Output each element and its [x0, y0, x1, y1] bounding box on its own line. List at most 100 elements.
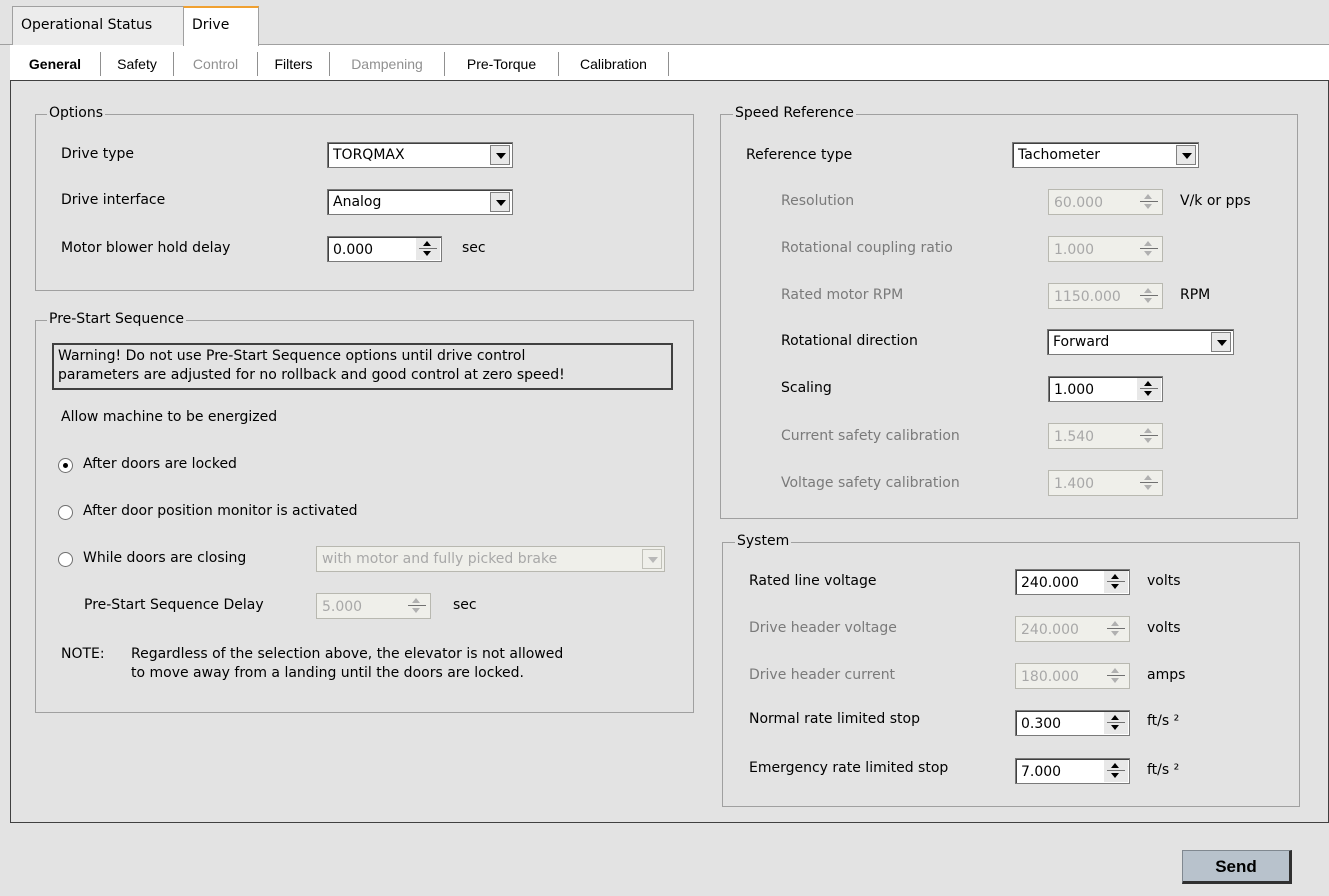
coupling-ratio-spinner[interactable]: 1.000 — [1048, 236, 1163, 262]
radio-after-doors-locked-label[interactable]: After doors are locked — [83, 456, 237, 472]
tab-operational-status[interactable]: Operational Status — [12, 6, 184, 45]
drive-type-select[interactable]: TORQMAX — [327, 142, 513, 168]
normal-stop-value: 0.300 — [1021, 716, 1062, 732]
subtab-filters[interactable]: Filters — [258, 52, 330, 76]
emergency-stop-value: 7.000 — [1021, 764, 1062, 780]
prestart-warning: Warning! Do not use Pre-Start Sequence o… — [52, 343, 673, 390]
drive-interface-value: Analog — [333, 194, 382, 210]
chevron-down-icon[interactable] — [490, 192, 510, 212]
header-voltage-value: 240.000 — [1021, 622, 1079, 638]
spin-arrows-icon[interactable] — [1104, 760, 1128, 782]
prestart-title: Pre-Start Sequence — [47, 311, 187, 327]
prestart-delay-spinner[interactable]: 5.000 — [316, 593, 431, 619]
subtab-calibration[interactable]: Calibration — [559, 52, 669, 76]
current-calibration-value: 1.540 — [1054, 429, 1095, 445]
warning-line-1: Warning! Do not use Pre-Start Sequence o… — [58, 348, 526, 364]
chevron-down-icon[interactable] — [1176, 145, 1196, 165]
subtab-control[interactable]: Control — [174, 52, 258, 76]
prestart-delay-value: 5.000 — [322, 599, 363, 615]
blower-delay-value: 0.000 — [333, 242, 374, 258]
subtab-bar: General Safety Control Filters Dampening… — [10, 45, 1329, 81]
spin-arrows-icon[interactable] — [1137, 425, 1161, 447]
spin-arrows-icon[interactable] — [1137, 238, 1161, 260]
spin-arrows-icon[interactable] — [1104, 665, 1128, 687]
rated-rpm-label: Rated motor RPM — [781, 287, 904, 303]
reference-type-value: Tachometer — [1018, 147, 1101, 163]
header-voltage-spinner[interactable]: 240.000 — [1015, 616, 1130, 642]
subtab-dampening[interactable]: Dampening — [330, 52, 445, 76]
reference-type-label: Reference type — [746, 147, 853, 163]
drive-interface-select[interactable]: Analog — [327, 189, 513, 215]
system-title: System — [735, 533, 792, 549]
voltage-calibration-spinner[interactable]: 1.400 — [1048, 470, 1163, 496]
note-prefix: NOTE: — [61, 646, 105, 662]
line-voltage-unit: volts — [1147, 573, 1181, 589]
current-calibration-label: Current safety calibration — [781, 428, 960, 444]
chevron-down-icon[interactable] — [1211, 332, 1231, 352]
note-line-1: Regardless of the selection above, the e… — [131, 646, 564, 662]
scaling-value: 1.000 — [1054, 382, 1095, 398]
rated-rpm-unit: RPM — [1180, 287, 1211, 303]
line-voltage-label: Rated line voltage — [749, 573, 877, 589]
rated-rpm-spinner[interactable]: 1150.000 — [1048, 283, 1163, 309]
header-current-spinner[interactable]: 180.000 — [1015, 663, 1130, 689]
blower-delay-label: Motor blower hold delay — [61, 240, 231, 256]
blower-delay-unit: sec — [462, 240, 486, 256]
rotational-direction-value: Forward — [1053, 334, 1110, 350]
radio-door-position-monitor[interactable] — [58, 505, 73, 520]
closing-mode-select[interactable]: with motor and fully picked brake — [316, 546, 665, 572]
resolution-label: Resolution — [781, 193, 855, 209]
current-calibration-spinner[interactable]: 1.540 — [1048, 423, 1163, 449]
header-current-label: Drive header current — [749, 667, 896, 683]
tab-drive[interactable]: Drive — [183, 6, 259, 46]
radio-while-doors-closing-label[interactable]: While doors are closing — [83, 550, 246, 566]
emergency-stop-unit: ft/s ² — [1147, 762, 1180, 778]
closing-mode-value: with motor and fully picked brake — [322, 551, 558, 567]
chevron-down-icon[interactable] — [490, 145, 510, 165]
blower-delay-spinner[interactable]: 0.000 — [327, 236, 442, 262]
spin-arrows-icon[interactable] — [1104, 618, 1128, 640]
options-title: Options — [47, 105, 106, 121]
spin-arrows-icon[interactable] — [416, 238, 440, 260]
normal-stop-spinner[interactable]: 0.300 — [1015, 710, 1130, 736]
speed-reference-group — [720, 114, 1298, 519]
reference-type-select[interactable]: Tachometer — [1012, 142, 1199, 168]
chevron-down-icon[interactable] — [642, 549, 662, 569]
subtab-general[interactable]: General — [10, 52, 101, 76]
scaling-spinner[interactable]: 1.000 — [1048, 376, 1163, 402]
radio-after-doors-locked[interactable] — [58, 458, 73, 473]
line-voltage-spinner[interactable]: 240.000 — [1015, 569, 1130, 595]
voltage-calibration-label: Voltage safety calibration — [781, 475, 960, 491]
coupling-ratio-value: 1.000 — [1054, 242, 1095, 258]
radio-while-doors-closing[interactable] — [58, 552, 73, 567]
coupling-ratio-label: Rotational coupling ratio — [781, 240, 953, 256]
resolution-spinner[interactable]: 60.000 — [1048, 189, 1163, 215]
spin-arrows-icon[interactable] — [1137, 472, 1161, 494]
subtab-safety[interactable]: Safety — [101, 52, 174, 76]
line-voltage-value: 240.000 — [1021, 575, 1079, 591]
radio-door-position-monitor-label[interactable]: After door position monitor is activated — [83, 503, 358, 519]
rotational-direction-select[interactable]: Forward — [1047, 329, 1234, 355]
spin-arrows-icon[interactable] — [1137, 285, 1161, 307]
resolution-value: 60.000 — [1054, 195, 1103, 211]
header-current-unit: amps — [1147, 667, 1186, 683]
warning-line-2: parameters are adjusted for no rollback … — [58, 367, 565, 383]
scaling-label: Scaling — [781, 380, 832, 396]
voltage-calibration-value: 1.400 — [1054, 476, 1095, 492]
spin-arrows-icon[interactable] — [1104, 712, 1128, 734]
speed-reference-title: Speed Reference — [733, 105, 856, 121]
prestart-delay-label: Pre-Start Sequence Delay — [84, 597, 264, 613]
send-button[interactable]: Send — [1182, 850, 1292, 884]
spin-arrows-icon[interactable] — [1137, 378, 1161, 400]
spin-arrows-icon[interactable] — [1104, 571, 1128, 593]
emergency-stop-label: Emergency rate limited stop — [749, 760, 949, 776]
note-line-2: to move away from a landing until the do… — [131, 665, 524, 681]
emergency-stop-spinner[interactable]: 7.000 — [1015, 758, 1130, 784]
drive-type-value: TORQMAX — [333, 147, 405, 163]
subtab-pre-torque[interactable]: Pre-Torque — [445, 52, 559, 76]
spin-arrows-icon[interactable] — [405, 595, 429, 617]
normal-stop-unit: ft/s ² — [1147, 713, 1180, 729]
allow-energized-label: Allow machine to be energized — [61, 409, 278, 425]
rated-rpm-value: 1150.000 — [1054, 289, 1121, 305]
spin-arrows-icon[interactable] — [1137, 191, 1161, 213]
